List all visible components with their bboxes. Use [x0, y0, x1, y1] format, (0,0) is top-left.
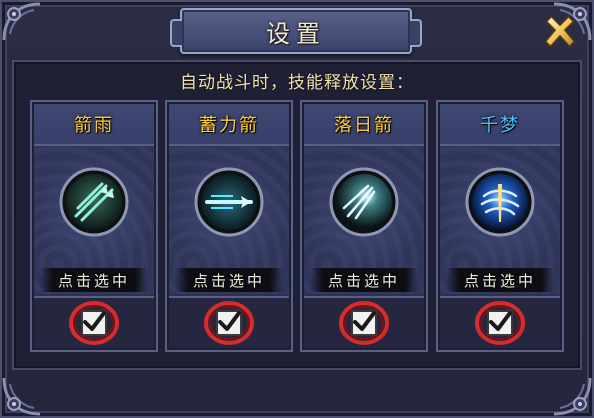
skill-checkbox-area [34, 296, 154, 348]
skill-checkbox-area [440, 296, 560, 348]
settings-subtitle: 自动战斗时，技能释放设置： [180, 73, 414, 93]
title-plate: 设置 [170, 8, 422, 54]
select-prompt-bar: 点击选中 [40, 268, 148, 292]
skill-name: 箭雨 [74, 115, 114, 136]
checkmark-icon [204, 301, 254, 345]
skill-name: 蓄力箭 [199, 115, 259, 136]
skill-card-header: 蓄力箭 [169, 104, 289, 146]
checkmark-icon [475, 301, 525, 345]
thousand-dreams-icon[interactable] [464, 166, 536, 238]
skill-name: 千梦 [480, 115, 520, 136]
select-prompt: 点击选中 [327, 271, 400, 290]
skill-card-1: 箭雨 点击选中 [30, 100, 158, 352]
skill-card-header: 千梦 [440, 104, 560, 146]
checkmark-icon [339, 301, 389, 345]
sunset-arrow-icon[interactable] [328, 166, 400, 238]
select-prompt: 点击选中 [463, 271, 536, 290]
skill-card-body: 点击选中 [440, 146, 560, 294]
corner-ornament [0, 374, 44, 418]
skill-card-body: 点击选中 [169, 146, 289, 294]
select-prompt-bar: 点击选中 [175, 268, 283, 292]
skill-card-body: 点击选中 [304, 146, 424, 294]
select-prompt: 点击选中 [57, 271, 130, 290]
skill-name: 落日箭 [334, 115, 394, 136]
select-prompt-bar: 点击选中 [446, 268, 554, 292]
skill-checkbox-area [304, 296, 424, 348]
skill-card-header: 箭雨 [34, 104, 154, 146]
corner-ornament [0, 0, 44, 44]
checkmark-icon [69, 301, 119, 345]
dialog-title: 设置 [266, 19, 326, 48]
skill-checkbox[interactable] [203, 299, 255, 347]
select-prompt-bar: 点击选中 [310, 268, 418, 292]
skill-card-4: 千梦 点击选中 [436, 100, 564, 352]
skill-card-2: 蓄力箭 点击选中 [165, 100, 293, 352]
skill-card-3: 落日箭 点击选中 [300, 100, 428, 352]
corner-ornament [550, 374, 594, 418]
close-icon [544, 15, 576, 48]
skill-checkbox[interactable] [474, 299, 526, 347]
skill-card-body: 点击选中 [34, 146, 154, 294]
skill-checkbox[interactable] [338, 299, 390, 347]
select-prompt: 点击选中 [192, 271, 265, 290]
charged-arrow-icon[interactable] [193, 166, 265, 238]
skill-card-header: 落日箭 [304, 104, 424, 146]
skill-checkbox-area [169, 296, 289, 348]
arrow-rain-icon[interactable] [58, 166, 130, 238]
close-button[interactable] [540, 12, 580, 52]
skill-checkbox[interactable] [68, 299, 120, 347]
